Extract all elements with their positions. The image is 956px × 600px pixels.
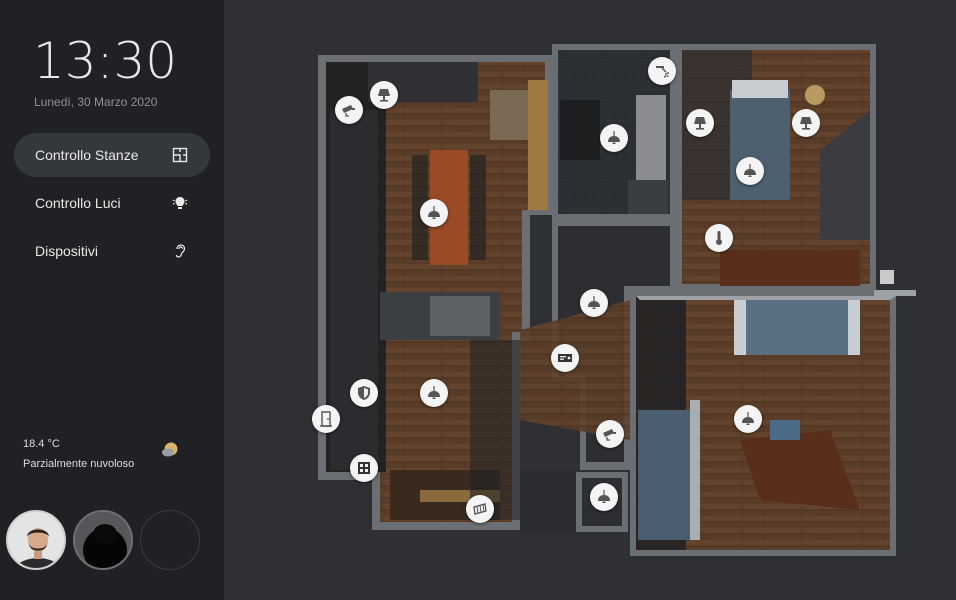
lamp-bedroom-right-button[interactable]: [792, 109, 820, 137]
light-study-button[interactable]: [734, 405, 762, 433]
camera-living-button[interactable]: [335, 96, 363, 124]
control-panel-icon: [358, 462, 370, 474]
shower-bathroom-button[interactable]: [648, 57, 676, 85]
light-bulb-icon: [172, 197, 188, 209]
light-living-button[interactable]: [420, 379, 448, 407]
nav-item-controllo-stanze[interactable]: Controllo Stanze: [14, 133, 210, 177]
floorplan-view: [224, 0, 956, 600]
thermostat-bedroom-button[interactable]: [705, 224, 733, 252]
ceiling-light-icon: [598, 490, 610, 503]
heater-living-button[interactable]: [466, 495, 494, 523]
user-avatar-1[interactable]: [6, 510, 66, 570]
alarm-living-button[interactable]: [350, 379, 378, 407]
partly-cloudy-icon: [162, 442, 178, 457]
light-hallway-button[interactable]: [580, 289, 608, 317]
light-bathroom-button[interactable]: [600, 124, 628, 152]
ceiling-light-icon: [428, 206, 440, 219]
door-entrance-button[interactable]: [312, 405, 340, 433]
lamp-bedroom-left-button[interactable]: [686, 109, 714, 137]
user-avatar-2[interactable]: [73, 510, 133, 570]
ceiling-light-icon: [742, 412, 754, 425]
clock-time: 13:30: [33, 32, 178, 90]
table-lamp-icon: [694, 117, 706, 130]
ear-icon: [175, 244, 186, 258]
camera-hall-button[interactable]: [596, 420, 624, 448]
sidebar: 13:30 Lunedì, 30 Marzo 2020 Controllo St…: [0, 0, 224, 600]
light-wc-button[interactable]: [590, 483, 618, 511]
weather-condition: Parzialmente nuvoloso: [23, 458, 135, 470]
door-icon: [320, 411, 332, 427]
shield-icon: [358, 386, 370, 400]
user-avatar-empty[interactable]: [140, 510, 200, 570]
table-lamp-icon: [800, 117, 812, 130]
security-camera-icon: [342, 105, 355, 117]
nav-item-controllo-luci[interactable]: Controllo Luci: [14, 181, 210, 225]
media-hallway-button[interactable]: [551, 344, 579, 372]
light-dining-button[interactable]: [420, 199, 448, 227]
table-lamp-icon: [378, 89, 390, 102]
radiator-icon: [473, 503, 487, 515]
ceiling-light-icon: [588, 296, 600, 309]
nav-item-label: Controllo Stanze: [35, 147, 139, 163]
nav-item-label: Dispositivi: [35, 243, 99, 259]
app-root: 13:30 Lunedì, 30 Marzo 2020 Controllo St…: [0, 0, 956, 600]
thermometer-icon: [716, 231, 722, 245]
clock-date: Lunedì, 30 Marzo 2020: [34, 95, 158, 109]
weather-temperature: 18.4 °C: [23, 438, 60, 450]
nav-item-label: Controllo Luci: [35, 195, 121, 211]
ceiling-light-icon: [428, 386, 440, 399]
ceiling-light-icon: [744, 164, 756, 177]
light-bedroom-button[interactable]: [736, 157, 764, 185]
media-player-icon: [558, 354, 572, 362]
nav-item-dispositivi[interactable]: Dispositivi: [14, 229, 210, 273]
security-camera-icon: [603, 429, 616, 441]
panel-entrance-button[interactable]: [350, 454, 378, 482]
person-photo-icon: [8, 512, 64, 568]
ceiling-light-icon: [608, 131, 620, 144]
shower-icon: [656, 66, 669, 78]
floorplan-icon: [172, 147, 188, 163]
person-photo-icon: [75, 512, 131, 568]
lamp-living-button[interactable]: [370, 81, 398, 109]
